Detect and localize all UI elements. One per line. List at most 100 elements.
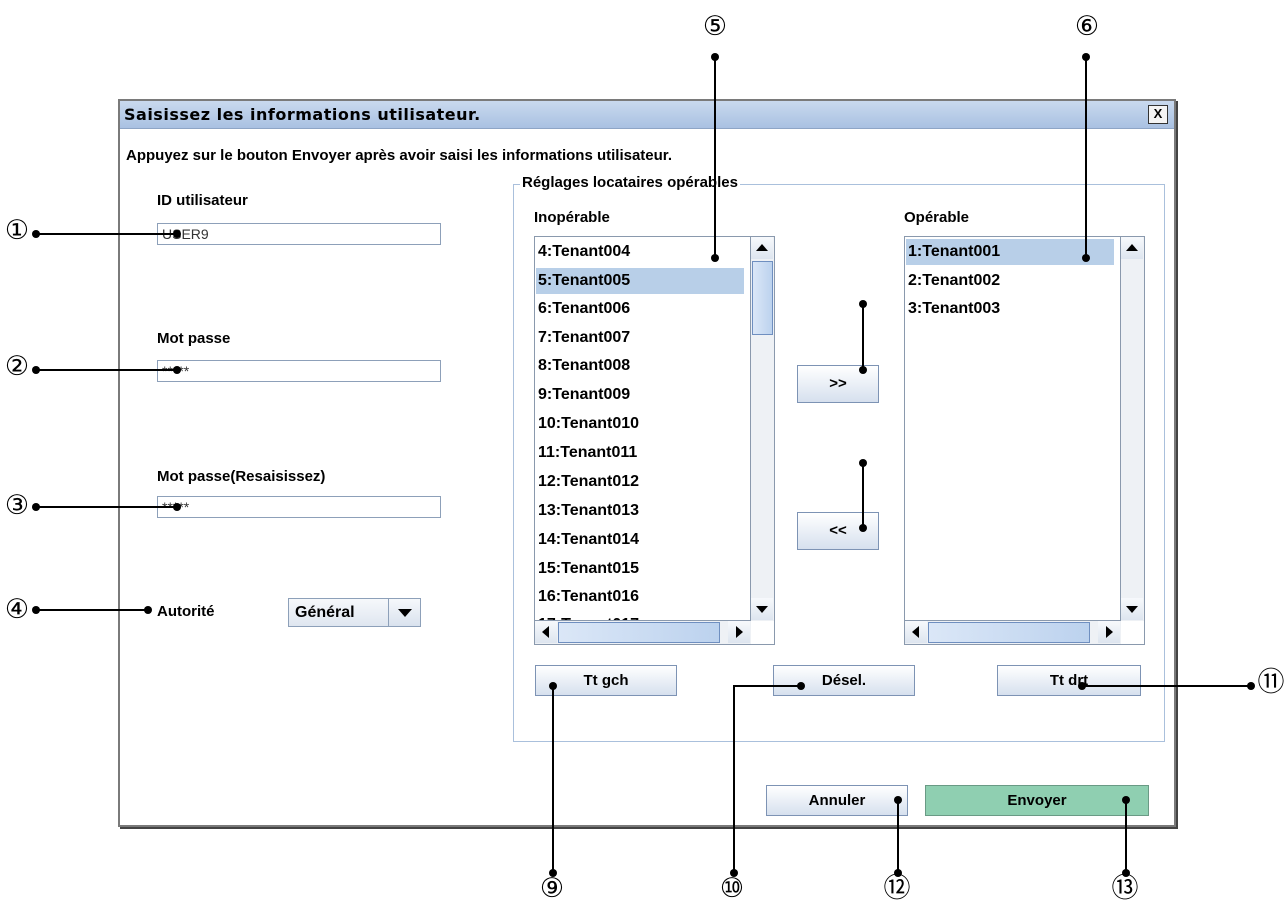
password-field[interactable]: ***** — [157, 360, 441, 382]
callout-12: ⑫ — [883, 873, 911, 904]
leader-line — [1082, 685, 1252, 687]
leader-dot — [173, 230, 181, 238]
list-item[interactable]: 14:Tenant014 — [536, 527, 744, 553]
arrow-right-icon — [736, 626, 743, 638]
list-item[interactable]: 10:Tenant010 — [536, 411, 744, 437]
callout-2: ② — [4, 351, 30, 382]
arrow-up-icon — [756, 244, 768, 251]
list-item[interactable]: 15:Tenant015 — [536, 556, 744, 582]
inoperable-label: Inopérable — [534, 209, 610, 226]
leader-dot — [711, 53, 719, 61]
scroll-down-button[interactable] — [751, 598, 773, 620]
leader-line — [897, 800, 899, 876]
inoperable-list[interactable]: 4:Tenant004 5:Tenant005 6:Tenant006 7:Te… — [534, 236, 775, 645]
leader-dot — [549, 869, 557, 877]
leader-line — [862, 304, 864, 370]
leader-dot — [859, 366, 867, 374]
list-item[interactable]: 3:Tenant003 — [906, 296, 1114, 322]
leader-dot — [894, 869, 902, 877]
leader-line — [862, 462, 864, 528]
scroll-thumb[interactable] — [558, 622, 720, 643]
scroll-thumb[interactable] — [752, 261, 773, 335]
leader-dot — [711, 254, 719, 262]
leader-dot — [1082, 254, 1090, 262]
remove-tenant-button[interactable]: << — [797, 512, 879, 550]
leader-line — [34, 233, 179, 235]
horizontal-scrollbar[interactable] — [535, 620, 751, 644]
scroll-right-button[interactable] — [1098, 621, 1120, 643]
leader-dot — [894, 796, 902, 804]
dropdown-button[interactable] — [388, 599, 420, 626]
list-item[interactable]: 6:Tenant006 — [536, 296, 744, 322]
callout-13: ⑬ — [1111, 873, 1139, 904]
list-item[interactable]: 7:Tenant007 — [536, 325, 744, 351]
scroll-down-button[interactable] — [1121, 598, 1143, 620]
callout-11: ⑪ — [1257, 667, 1285, 698]
arrow-left-icon — [542, 626, 549, 638]
chevron-down-icon — [398, 609, 412, 617]
cancel-button[interactable]: Annuler — [766, 785, 908, 816]
leader-dot — [859, 300, 867, 308]
group-label: Réglages locataires opérables — [520, 174, 740, 191]
password-confirm-label: Mot passe(Resaisissez) — [157, 468, 326, 485]
list-item[interactable]: 5:Tenant005 — [536, 268, 744, 294]
select-all-left-button[interactable]: Tt gch — [535, 665, 677, 696]
leader-line — [34, 506, 179, 508]
callout-3: ③ — [4, 490, 30, 521]
leader-dot — [1122, 796, 1130, 804]
leader-dot — [1082, 53, 1090, 61]
scroll-up-button[interactable] — [1121, 237, 1143, 259]
authority-select[interactable]: Général — [288, 598, 421, 627]
leader-dot — [1078, 682, 1086, 690]
operable-label: Opérable — [904, 209, 970, 226]
dialog-titlebar: Saisissez les informations utilisateur. … — [120, 101, 1174, 129]
password-confirm-field[interactable]: ***** — [157, 496, 441, 518]
vertical-scrollbar[interactable] — [750, 237, 774, 621]
leader-dot — [797, 682, 805, 690]
arrow-up-icon — [1126, 244, 1138, 251]
leader-dot — [173, 366, 181, 374]
operable-list[interactable]: 1:Tenant001 2:Tenant002 3:Tenant003 — [904, 236, 1145, 645]
close-button[interactable]: X — [1148, 105, 1168, 124]
send-button[interactable]: Envoyer — [925, 785, 1149, 816]
password-label: Mot passe — [157, 330, 231, 347]
leader-dot — [1122, 869, 1130, 877]
vertical-scrollbar[interactable] — [1120, 237, 1144, 621]
scroll-up-button[interactable] — [751, 237, 773, 259]
leader-line — [1085, 58, 1087, 258]
leader-line — [1125, 800, 1127, 876]
leader-dot — [173, 503, 181, 511]
scroll-left-button[interactable] — [905, 621, 927, 643]
scroll-thumb[interactable] — [928, 622, 1090, 643]
scroll-left-button[interactable] — [535, 621, 557, 643]
scroll-right-button[interactable] — [728, 621, 750, 643]
authority-label: Autorité — [157, 603, 215, 620]
callout-9: ⑨ — [539, 873, 565, 904]
list-item[interactable]: 9:Tenant009 — [536, 382, 744, 408]
callout-10: ⑩ — [719, 873, 745, 904]
user-info-dialog: Saisissez les informations utilisateur. … — [118, 99, 1176, 827]
arrow-right-icon — [1106, 626, 1113, 638]
select-all-right-button[interactable]: Tt drt — [997, 665, 1141, 696]
tenant-settings-group: Réglages locataires opérables Inopérable… — [513, 174, 1165, 742]
list-item[interactable]: 11:Tenant011 — [536, 440, 744, 466]
horizontal-scrollbar[interactable] — [905, 620, 1121, 644]
deselect-button[interactable]: Désel. — [773, 665, 915, 696]
leader-dot — [1247, 682, 1255, 690]
leader-dot — [859, 459, 867, 467]
user-id-field[interactable]: USER9 — [157, 223, 441, 245]
list-item[interactable]: 12:Tenant012 — [536, 469, 744, 495]
user-id-label: ID utilisateur — [157, 192, 248, 209]
list-item[interactable]: 13:Tenant013 — [536, 498, 744, 524]
list-item[interactable]: 8:Tenant008 — [536, 353, 744, 379]
callout-6: ⑥ — [1074, 11, 1100, 42]
leader-line — [714, 58, 716, 258]
leader-dot — [144, 606, 152, 614]
leader-line — [733, 685, 801, 687]
leader-dot — [32, 230, 40, 238]
list-item[interactable]: 2:Tenant002 — [906, 268, 1114, 294]
leader-dot — [32, 366, 40, 374]
leader-dot — [549, 682, 557, 690]
dialog-title: Saisissez les informations utilisateur. — [124, 105, 481, 124]
list-item[interactable]: 16:Tenant016 — [536, 584, 744, 610]
